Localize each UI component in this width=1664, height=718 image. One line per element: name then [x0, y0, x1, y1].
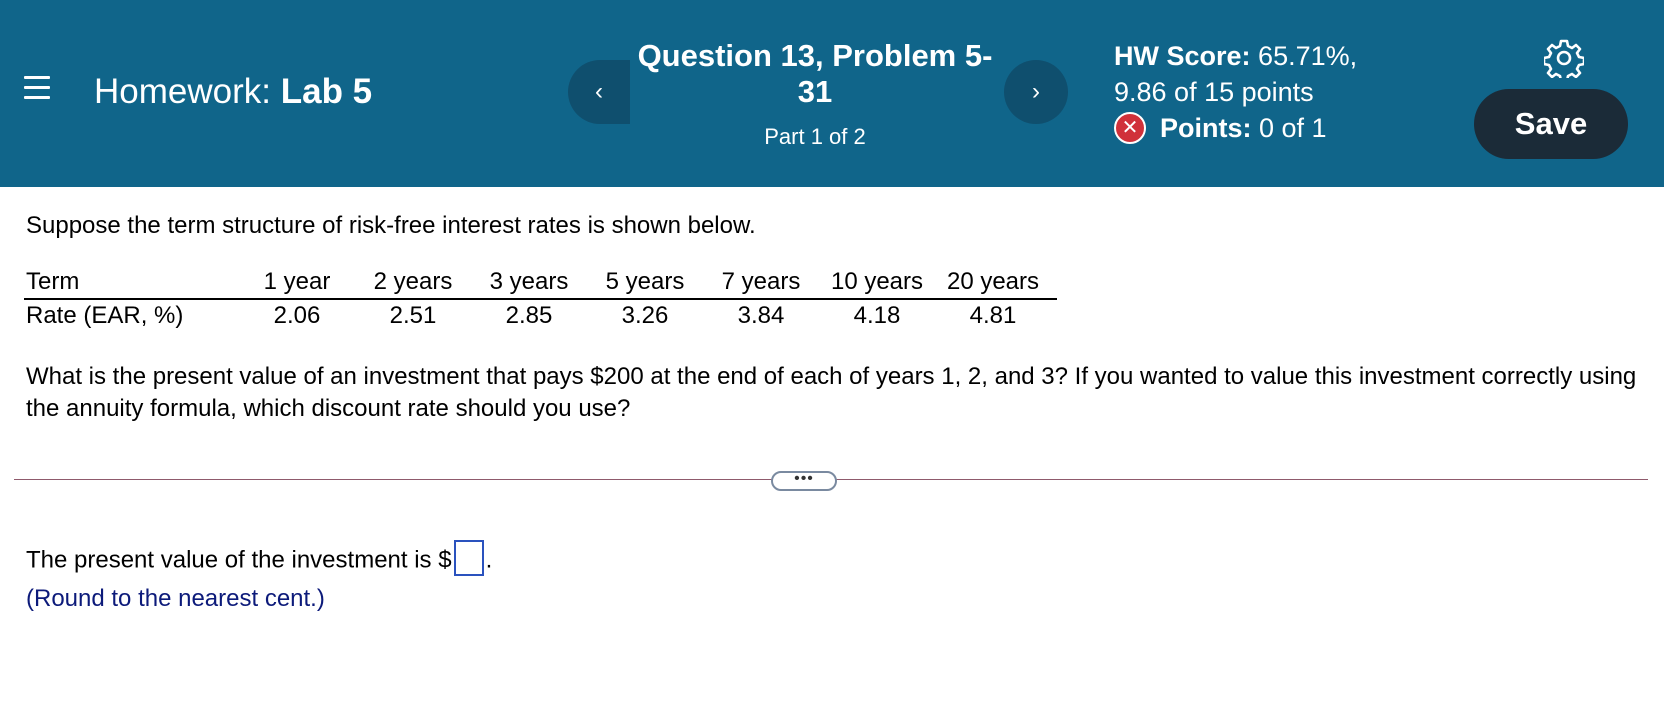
rate-cell: 3.26	[621, 302, 669, 329]
homework-title: Homework: Lab 5	[94, 72, 372, 112]
points-total: 9.86 of 15 points	[1114, 77, 1314, 107]
rate-cell: 4.18	[853, 302, 901, 329]
gear-icon[interactable]	[1544, 38, 1584, 78]
hw-score-value: 65.71%,	[1258, 41, 1358, 71]
rate-cell: 4.81	[969, 302, 1017, 329]
term-cell: 20 years	[941, 266, 1057, 300]
question-part: Part 1 of 2	[764, 124, 866, 149]
term-cell: 2 years	[361, 266, 477, 300]
term-cell: 10 years	[825, 266, 941, 300]
rate-cell: 3.84	[737, 302, 785, 329]
answer-prompt: The present value of the investment is $	[26, 546, 452, 574]
points-label: Points:	[1160, 113, 1252, 143]
rate-cell: 2.06	[273, 302, 321, 329]
term-cell: 5 years	[593, 266, 709, 300]
rate-cell: 2.51	[389, 302, 437, 329]
rounding-hint: (Round to the nearest cent.)	[26, 585, 325, 612]
hw-score: HW Score: 65.71%,	[1114, 38, 1357, 74]
answer-suffix: .	[485, 546, 493, 574]
points-value: 0 of 1	[1259, 113, 1327, 143]
term-cell: 1 year	[245, 266, 361, 300]
save-button[interactable]: Save	[1474, 89, 1628, 159]
hw-score-label: HW Score:	[1114, 41, 1251, 71]
question-info: Question 13, Problem 5-31 Part 1 of 2	[630, 38, 1000, 150]
expand-more-button[interactable]: •••	[771, 471, 837, 491]
homework-name: Lab 5	[280, 72, 373, 111]
header-bar: Homework: Lab 5 ‹ Question 13, Problem 5…	[0, 0, 1664, 187]
homework-prefix: Homework:	[94, 72, 271, 111]
answer-line: The present value of the investment is $…	[26, 540, 493, 579]
term-structure-table: Term 1 year 2 years 3 years 5 years 7 ye…	[24, 266, 1057, 332]
next-question-button[interactable]: ›	[1004, 60, 1068, 124]
term-cell: 3 years	[477, 266, 593, 300]
row-label-rate: Rate (EAR, %)	[26, 302, 184, 329]
rate-cell: 2.85	[505, 302, 553, 329]
table-row: Rate (EAR, %) 2.06 2.51 2.85 3.26 3.84 4…	[24, 299, 1057, 332]
table-row: Term 1 year 2 years 3 years 5 years 7 ye…	[24, 266, 1057, 300]
chevron-right-icon: ›	[1032, 78, 1040, 105]
question-text: What is the present value of an investme…	[26, 363, 1637, 422]
present-value-input[interactable]	[453, 540, 484, 576]
incorrect-x-icon: ✕	[1114, 111, 1146, 144]
score-panel: HW Score: 65.71%, 9.86 of 15 points ✕ Poi…	[1114, 38, 1357, 146]
hamburger-menu-icon[interactable]	[24, 76, 50, 100]
question-title: Question 13, Problem 5-31	[637, 38, 993, 109]
previous-question-button[interactable]: ‹	[568, 60, 630, 124]
term-cell: 7 years	[709, 266, 825, 300]
chevron-left-icon: ‹	[595, 78, 603, 105]
problem-intro: Suppose the term structure of risk-free …	[26, 212, 756, 239]
row-label-term: Term	[24, 266, 245, 300]
question-points: ✕ Points: 0 of 1	[1114, 110, 1357, 146]
